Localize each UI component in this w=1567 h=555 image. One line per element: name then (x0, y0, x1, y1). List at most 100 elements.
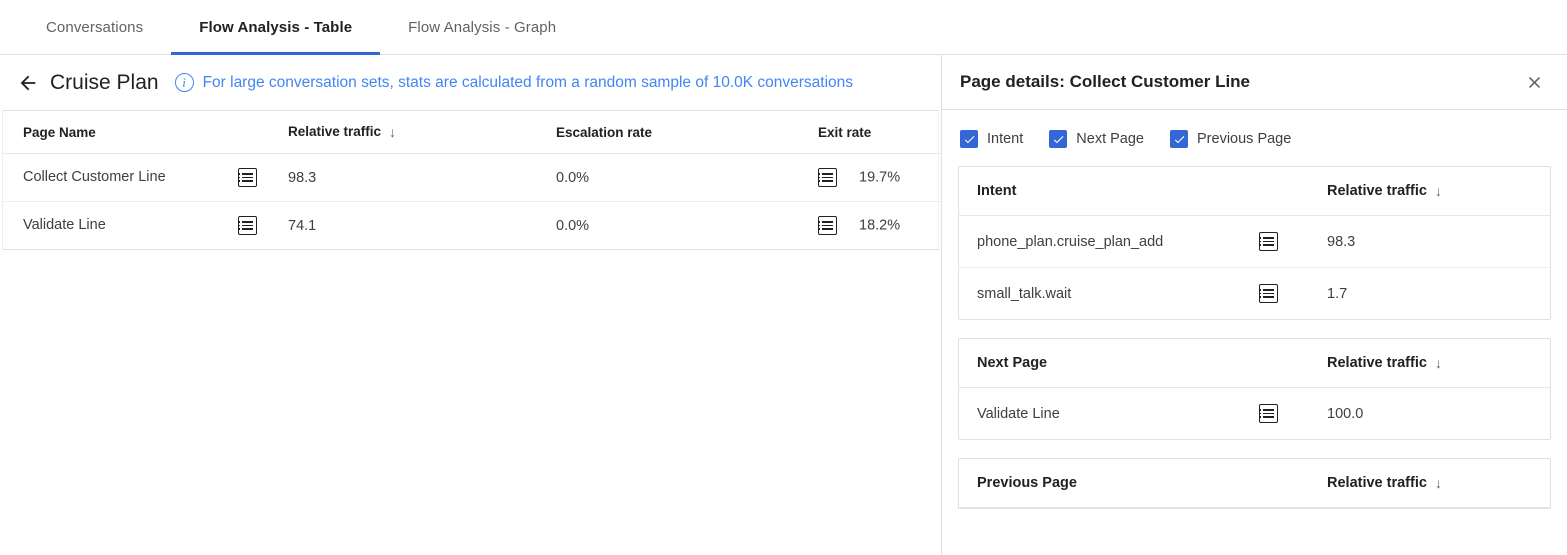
page-body: Cruise Plan i For large conversation set… (0, 55, 1567, 555)
table-header-row: Next Page Relative traffic ↓ (959, 339, 1550, 388)
column-header-label: Relative traffic (1327, 475, 1427, 491)
column-header-label: Escalation rate (556, 125, 652, 140)
column-header-exit-rate[interactable]: Exit rate (818, 111, 942, 154)
arrow-left-icon[interactable] (14, 69, 42, 97)
cell-next-page-name: Validate Line (959, 388, 1259, 440)
list-icon[interactable] (818, 216, 837, 235)
column-header-relative-traffic[interactable]: Relative traffic↓ (288, 111, 556, 154)
column-header-label: Relative traffic (288, 124, 381, 139)
checkbox-checked-icon[interactable] (960, 130, 978, 148)
table-row[interactable]: Validate Line 100.0 (959, 388, 1550, 440)
column-header-next-page[interactable]: Next Page (959, 339, 1259, 388)
page-title: Cruise Plan (50, 71, 159, 95)
tab-flow-analysis-graph[interactable]: Flow Analysis - Graph (380, 0, 584, 54)
sampling-notice: i For large conversation sets, stats are… (175, 73, 853, 92)
panel-body: Intent Next Page P (942, 110, 1567, 527)
filter-intent[interactable]: Intent (960, 130, 1023, 148)
next-page-table: Next Page Relative traffic ↓ Validate Lin… (959, 339, 1550, 439)
previous-page-section-card: Previous Page Relative traffic ↓ (958, 458, 1551, 509)
column-header-label: Next Page (977, 355, 1047, 371)
column-header-escalation-rate[interactable]: Escalation rate (556, 111, 818, 154)
cell-page-name[interactable]: Validate Line (3, 202, 288, 250)
column-header-label: Relative traffic (1327, 355, 1427, 371)
sort-descending-icon: ↓ (1435, 183, 1442, 199)
tab-flow-analysis-table[interactable]: Flow Analysis - Table (171, 0, 380, 54)
column-header-relative-traffic[interactable]: Relative traffic ↓ (1327, 459, 1550, 508)
sort-descending-icon: ↓ (1435, 355, 1442, 371)
tab-label: Flow Analysis - Graph (408, 19, 556, 36)
cell-icon[interactable] (1259, 216, 1327, 268)
sort-descending-icon: ↓ (1435, 475, 1442, 491)
cell-relative-traffic: 1.7 (1327, 268, 1550, 320)
column-header-label: Intent (977, 183, 1016, 199)
table-row[interactable]: phone_plan.cruise_plan_add 98.3 (959, 216, 1550, 268)
intent-section-card: Intent Relative traffic ↓ phone_plan.crui… (958, 166, 1551, 320)
sampling-notice-text: For large conversation sets, stats are c… (203, 74, 853, 92)
column-header-previous-page[interactable]: Previous Page (959, 459, 1259, 508)
cell-exit-rate[interactable]: 19.7% (818, 154, 942, 202)
filter-label: Next Page (1076, 131, 1144, 147)
column-header-label: Previous Page (977, 475, 1077, 491)
list-icon[interactable] (238, 168, 257, 187)
column-header-spacer (1259, 459, 1327, 508)
column-header-spacer (1259, 167, 1327, 216)
table-row[interactable]: Validate Line 74.1 0.0% 18.2% (3, 202, 942, 250)
list-icon[interactable] (238, 216, 257, 235)
close-icon[interactable] (1519, 67, 1549, 97)
main-content: Cruise Plan i For large conversation set… (0, 55, 942, 555)
column-header-page-name[interactable]: Page Name (3, 111, 288, 154)
table-header-row: Page Name Relative traffic↓ Escalation r… (3, 111, 942, 154)
column-header-relative-traffic[interactable]: Relative traffic ↓ (1327, 167, 1550, 216)
cell-icon[interactable] (1259, 388, 1327, 440)
cell-relative-traffic: 100.0 (1327, 388, 1550, 440)
exit-rate-text: 19.7% (859, 169, 900, 185)
cell-escalation-rate: 0.0% (556, 202, 818, 250)
checkbox-checked-icon[interactable] (1170, 130, 1188, 148)
table-row[interactable]: small_talk.wait 1.7 (959, 268, 1550, 320)
filter-checkbox-group: Intent Next Page P (958, 110, 1551, 166)
previous-page-table: Previous Page Relative traffic ↓ (959, 459, 1550, 508)
column-header-relative-traffic[interactable]: Relative traffic ↓ (1327, 339, 1550, 388)
list-icon[interactable] (1259, 284, 1278, 303)
cell-icon[interactable] (1259, 268, 1327, 320)
cell-page-name[interactable]: Collect Customer Line (3, 154, 288, 202)
column-header-spacer (1259, 339, 1327, 388)
filter-previous-page[interactable]: Previous Page (1170, 130, 1291, 148)
column-header-label: Page Name (23, 125, 96, 140)
cell-relative-traffic: 98.3 (288, 154, 556, 202)
panel-title: Page details: Collect Customer Line (960, 72, 1250, 92)
tab-label: Conversations (46, 19, 143, 36)
cell-relative-traffic: 74.1 (288, 202, 556, 250)
next-page-section-card: Next Page Relative traffic ↓ Validate Lin… (958, 338, 1551, 440)
cell-exit-rate[interactable]: 18.2% (818, 202, 942, 250)
panel-header: Page details: Collect Customer Line (942, 55, 1567, 110)
page-name-text: Validate Line (23, 217, 238, 233)
page-details-panel: Page details: Collect Customer Line Inte… (942, 55, 1567, 555)
cell-intent-name: phone_plan.cruise_plan_add (959, 216, 1259, 268)
page-name-text: Collect Customer Line (23, 169, 238, 185)
filter-label: Previous Page (1197, 131, 1291, 147)
list-icon[interactable] (818, 168, 837, 187)
page-table: Page Name Relative traffic↓ Escalation r… (3, 111, 942, 249)
intent-table: Intent Relative traffic ↓ phone_plan.crui… (959, 167, 1550, 319)
tab-label: Flow Analysis - Table (199, 19, 352, 36)
column-header-label: Exit rate (818, 125, 871, 140)
checkbox-checked-icon[interactable] (1049, 130, 1067, 148)
list-icon[interactable] (1259, 404, 1278, 423)
column-header-intent[interactable]: Intent (959, 167, 1259, 216)
tab-conversations[interactable]: Conversations (18, 0, 171, 54)
page-table-card: Page Name Relative traffic↓ Escalation r… (2, 110, 939, 250)
list-icon[interactable] (1259, 232, 1278, 251)
table-row[interactable]: Collect Customer Line 98.3 0.0% 19.7% (3, 154, 942, 202)
table-header-row: Intent Relative traffic ↓ (959, 167, 1550, 216)
column-header-label: Relative traffic (1327, 183, 1427, 199)
info-icon: i (175, 73, 194, 92)
filter-next-page[interactable]: Next Page (1049, 130, 1144, 148)
cell-escalation-rate: 0.0% (556, 154, 818, 202)
cell-relative-traffic: 98.3 (1327, 216, 1550, 268)
exit-rate-text: 18.2% (859, 217, 900, 233)
table-header-row: Previous Page Relative traffic ↓ (959, 459, 1550, 508)
main-tab-bar: Conversations Flow Analysis - Table Flow… (0, 0, 1567, 55)
filter-label: Intent (987, 131, 1023, 147)
cell-intent-name: small_talk.wait (959, 268, 1259, 320)
